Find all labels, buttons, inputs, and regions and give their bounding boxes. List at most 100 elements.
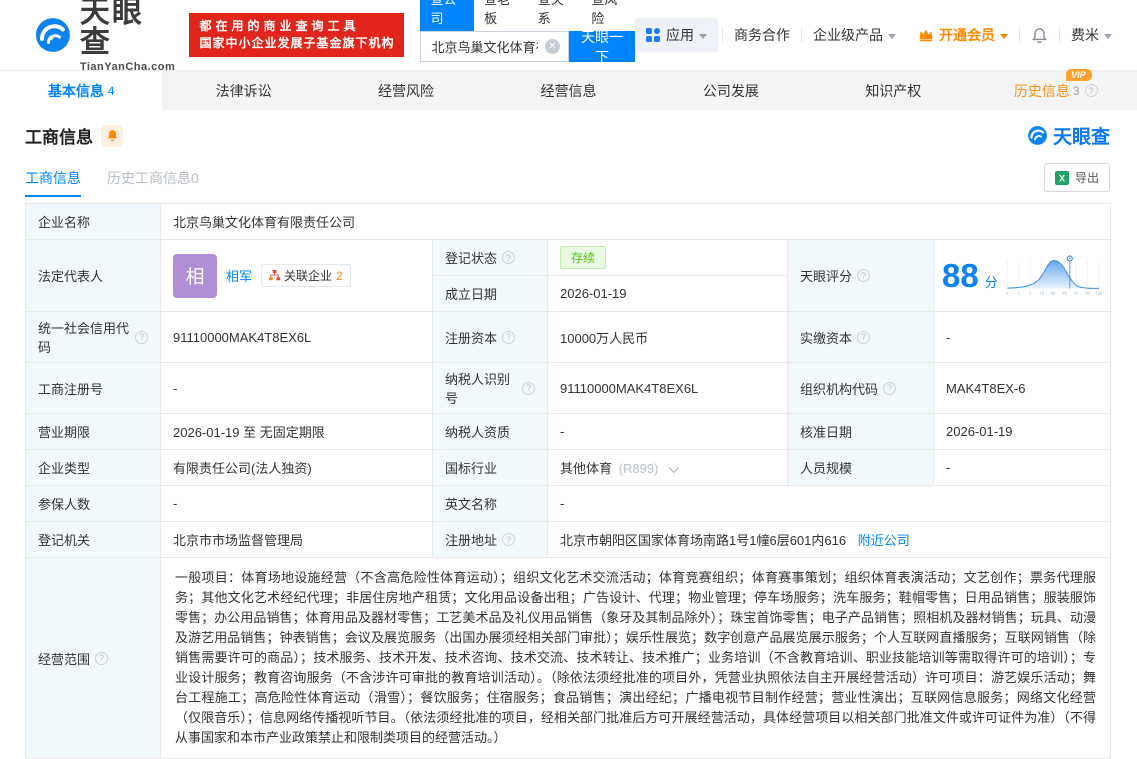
chevron-down-icon bbox=[888, 33, 896, 39]
table-row: 工商注册号 - 纳税人识别号? 91110000MAK4T8EX6L 组织机构代… bbox=[25, 362, 1112, 414]
field-label-score: 天眼评分? bbox=[787, 239, 934, 312]
tab-intellectual-property[interactable]: 知识产权 bbox=[812, 71, 974, 110]
table-row: 统一社会信用代码? 91110000MAK4T8EX6L 注册资本? 10000… bbox=[25, 311, 1112, 363]
help-icon[interactable]: ? bbox=[522, 381, 535, 395]
crown-icon bbox=[919, 29, 933, 42]
search-button[interactable]: 天眼一下 bbox=[569, 29, 635, 65]
help-icon[interactable]: ? bbox=[95, 651, 109, 665]
industry-code: (R899) bbox=[618, 461, 659, 476]
apps-menu[interactable]: 应用 bbox=[635, 18, 718, 52]
tab-history-info-label: 历史信息 bbox=[1013, 82, 1070, 99]
help-icon[interactable]: ? bbox=[857, 269, 871, 282]
field-value-reg-no: - bbox=[160, 362, 433, 414]
tianyancha-logo[interactable]: 天眼查 TianYanCha.com bbox=[34, 0, 175, 73]
notification-button[interactable] bbox=[1020, 27, 1059, 44]
nearby-companies-link[interactable]: 附近公司 bbox=[858, 533, 910, 548]
field-label-approve-date: 核准日期 bbox=[787, 413, 934, 450]
chevron-down-icon[interactable] bbox=[668, 463, 679, 474]
status-badge: 存续 bbox=[560, 246, 607, 269]
field-label-english-name: 英文名称 bbox=[432, 485, 548, 522]
subtab-business-info[interactable]: 工商信息 bbox=[25, 168, 81, 197]
help-icon[interactable]: ? bbox=[857, 330, 871, 344]
field-label-term: 营业期限 bbox=[25, 413, 161, 450]
industry-name: 其他体育 bbox=[560, 461, 613, 476]
apps-grid-icon bbox=[646, 27, 660, 42]
search-tab-boss[interactable]: 查老板 bbox=[474, 0, 528, 31]
bell-icon bbox=[107, 130, 117, 142]
tab-legal[interactable]: 法律诉讼 bbox=[162, 71, 324, 110]
cooperation-label: 商务合作 bbox=[734, 27, 790, 43]
field-value-uscc: 91110000MAK4T8EX6L bbox=[160, 311, 433, 363]
search-tab-relation[interactable]: 查关系 bbox=[528, 0, 582, 31]
field-label-company-type: 企业类型 bbox=[25, 449, 161, 486]
field-label-scope: 经营范围? bbox=[25, 557, 161, 759]
field-label-reg-status: 登记状态? bbox=[432, 239, 548, 276]
help-icon[interactable]: ? bbox=[502, 330, 516, 344]
subscribe-bell-button[interactable] bbox=[101, 124, 123, 147]
field-label-company-name: 企业名称 bbox=[25, 203, 161, 240]
field-value-reg-status: 存续 bbox=[547, 239, 788, 276]
field-value-company-type: 有限责任公司(法人独资) bbox=[160, 449, 433, 486]
field-value-legal-rep: 相 相军 关联企业 2 bbox=[160, 239, 433, 312]
search-area: 查公司 查老板 查关系 查风险 ✕ 天眼一下 bbox=[420, 0, 635, 65]
table-row: 法定代表人 相 相军 关联企业 2 登记状态 ? 存续 天眼评分 ? 88 分 … bbox=[25, 239, 1112, 312]
svg-text:85: 85 bbox=[1062, 290, 1067, 295]
field-value-scope: 一般项目：体育场地设施经营（不含高危险性体育运动）；组织文化艺术交流活动；体育竞… bbox=[159, 557, 1112, 759]
help-icon[interactable]: ? bbox=[502, 533, 516, 546]
promo-line-2: 国家中小企业发展子基金旗下机构 bbox=[199, 36, 395, 50]
table-row: 企业类型 有限责任公司(法人独资) 国标行业 其他体育 (R899) 人员规模 … bbox=[25, 449, 1112, 486]
tab-legal-label: 法律诉讼 bbox=[215, 82, 272, 99]
tab-operation-info[interactable]: 经营信息 bbox=[487, 71, 649, 110]
svg-text:99: 99 bbox=[1085, 290, 1090, 295]
help-icon[interactable]: ? bbox=[502, 251, 516, 264]
username-label: 费米 bbox=[1071, 27, 1099, 43]
field-value-paid-capital: - bbox=[932, 311, 1112, 363]
field-label-legal-rep: 法定代表人 bbox=[25, 239, 161, 312]
tab-basic-info-label: 基本信息 bbox=[47, 82, 104, 99]
promo-line-1: 都在用的商业查询工具 bbox=[199, 19, 360, 33]
chevron-down-icon bbox=[1000, 33, 1008, 39]
vip-menu[interactable]: 开通会员 bbox=[907, 25, 1019, 45]
vip-badge: VIP bbox=[1066, 68, 1092, 81]
field-value-taxpayer-qual: - bbox=[547, 413, 788, 450]
top-menu: 应用 商务合作 企业级产品 开通会员 费米 bbox=[635, 18, 1123, 52]
score-distribution-chart: 0 1 3 15 50 85 97 99 100 bbox=[1006, 254, 1102, 295]
field-value-industry: 其他体育 (R899) bbox=[547, 449, 788, 486]
tab-operation-risk[interactable]: 经营风险 bbox=[325, 71, 487, 110]
tab-history-info[interactable]: 历史信息 3 ? VIP bbox=[975, 68, 1137, 110]
help-icon[interactable]: ? bbox=[883, 381, 897, 395]
subtab-history-business-info[interactable]: 历史工商信息0 bbox=[107, 168, 199, 197]
export-button[interactable]: X 导出 bbox=[1043, 163, 1110, 192]
tab-basic-info[interactable]: 基本信息 4 bbox=[0, 71, 163, 110]
excel-icon: X bbox=[1054, 170, 1069, 185]
tab-company-development-label: 公司发展 bbox=[702, 82, 759, 99]
user-menu[interactable]: 费米 bbox=[1060, 25, 1123, 45]
field-value-staff-size: - bbox=[932, 449, 1112, 486]
org-tree-icon bbox=[269, 270, 281, 281]
tianyancha-logo-icon bbox=[35, 18, 70, 52]
legal-rep-name-link[interactable]: 相军 bbox=[226, 266, 252, 285]
search-tab-company[interactable]: 查公司 bbox=[420, 0, 475, 31]
related-companies-badge[interactable]: 关联企业 2 bbox=[261, 264, 351, 287]
tab-intellectual-property-label: 知识产权 bbox=[865, 82, 922, 99]
help-icon[interactable]: ? bbox=[1084, 84, 1098, 97]
field-value-score: 88 分 0 1 3 15 50 85 97 99 100 bbox=[932, 239, 1112, 312]
bell-icon bbox=[1032, 27, 1047, 43]
field-label-reg-no: 工商注册号 bbox=[25, 362, 161, 414]
related-companies-label: 关联企业 bbox=[284, 269, 333, 283]
field-value-company-name: 北京鸟巢文化体育有限责任公司 bbox=[159, 203, 1112, 240]
tab-company-development[interactable]: 公司发展 bbox=[650, 71, 812, 110]
svg-text:50: 50 bbox=[1051, 290, 1056, 295]
table-row: 参保人数 - 英文名称 - bbox=[25, 485, 1112, 522]
clear-icon[interactable]: ✕ bbox=[545, 39, 560, 54]
enterprise-menu[interactable]: 企业级产品 bbox=[802, 25, 907, 45]
promo-banner: 都在用的商业查询工具 国家中小企业发展子基金旗下机构 bbox=[189, 13, 405, 57]
help-icon[interactable]: ? bbox=[135, 330, 148, 344]
legal-rep-avatar[interactable]: 相 bbox=[173, 253, 217, 298]
svg-text:X: X bbox=[1059, 173, 1065, 183]
export-label: 导出 bbox=[1074, 171, 1099, 185]
svg-text:15: 15 bbox=[1039, 290, 1044, 295]
table-row: 登记机关 北京市市场监督管理局 注册地址? 北京市朝阳区国家体育场南路1号1幢6… bbox=[25, 521, 1112, 558]
field-value-reg-capital: 10000万人民币 bbox=[547, 311, 788, 363]
cooperation-menu[interactable]: 商务合作 bbox=[723, 25, 801, 45]
